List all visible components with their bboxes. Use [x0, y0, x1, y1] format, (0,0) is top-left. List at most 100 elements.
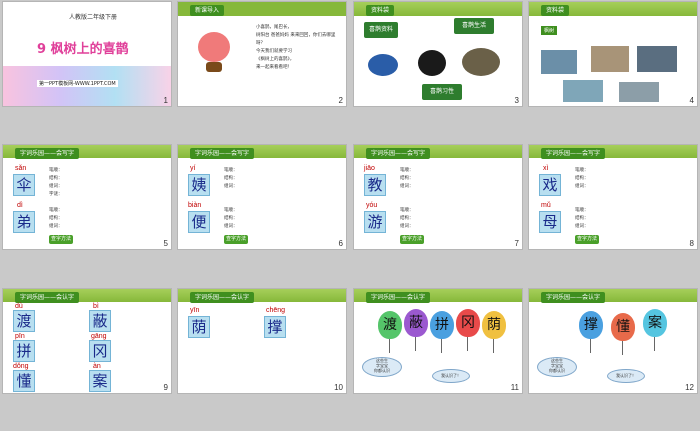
character-notes: 笔顺： 结构： 组词：: [575, 208, 589, 229]
balloon-character[interactable]: 蔽: [404, 309, 428, 351]
section-tag: 字词乐园——会写字: [15, 148, 80, 159]
slide-number: 4: [689, 96, 694, 105]
slide-thumbnail-6[interactable]: 字词乐园——会写字 yí 姨 biàn 便 笔顺： 结构： 组词： 笔顺： 结构： 组词…: [177, 144, 347, 250]
reply-bubble: 我认识了！: [607, 369, 645, 383]
pinyin-label: chēng: [266, 307, 286, 314]
pinyin-label: biàn: [188, 202, 202, 209]
slide-number: 5: [163, 239, 168, 248]
pinyin-label: jiāo: [364, 165, 375, 172]
slide-thumbnail-8[interactable]: 字词乐园——会写字 xì 戏 mǔ 母 笔顺： 结构： 组词： 笔顺： 结构： 组词： …: [528, 144, 698, 250]
slide-thumbnail-1[interactable]: 人教版二年级下册 9 枫树上的喜鹊 第一PPT模板网-WWW.1PPT.COM …: [2, 1, 172, 107]
character-notes: 笔顺： 结构： 组词：: [49, 208, 63, 229]
slide-number: 12: [685, 383, 694, 392]
label-box: 喜鹊资料: [364, 22, 398, 38]
balloon-character[interactable]: 渡: [378, 311, 402, 353]
slide-number: 11: [510, 383, 519, 392]
landscape-photo: [591, 46, 629, 72]
lookup-method-button[interactable]: 查字方法: [224, 235, 248, 244]
reply-bubble: 我认识了！: [432, 369, 470, 383]
pinyin-label: mǔ: [541, 202, 551, 209]
slide-number: 8: [689, 239, 694, 248]
pinyin-label: dǒng: [13, 363, 29, 370]
character-card: 伞: [13, 174, 35, 196]
pinyin-label: yóu: [366, 202, 378, 209]
character-card: 案: [89, 370, 111, 392]
balloon-character[interactable]: 荫: [482, 311, 506, 353]
footer-text: 第一PPT模板网-WWW.1PPT.COM: [37, 80, 118, 87]
bird-photo: [418, 50, 446, 76]
character-notes: 笔顺： 结构： 组词：: [224, 168, 238, 189]
section-tag: 字词乐园——会写字: [541, 148, 606, 159]
lookup-method-button[interactable]: 查字方法: [49, 235, 73, 244]
section-tag: 字词乐园——会认字: [366, 292, 431, 303]
section-tag: 新课导入: [190, 5, 225, 16]
character-card: 冈: [89, 340, 111, 362]
character-card: 戏: [539, 174, 561, 196]
cartoon-apple-icon: [198, 32, 230, 62]
character-card: 拼: [13, 340, 35, 362]
pinyin-label: yīn: [190, 307, 200, 314]
pinyin-label: àn: [93, 363, 101, 370]
character-card: 游: [364, 211, 386, 233]
section-tag: 字词乐园——会写字: [366, 148, 431, 159]
pinyin-label: yí: [190, 165, 196, 172]
character-card: 姨: [188, 174, 210, 196]
slide-thumbnail-9[interactable]: 字词乐园——会认字 dù 渡 bì 蔽 pīn 拼 gāng 冈 dǒng 懂 …: [2, 288, 172, 394]
slide-thumbnail-3[interactable]: 资料袋 喜鹊资料 喜鹊生活 喜鹊习性 3: [353, 1, 523, 107]
pinyin-label: bì: [93, 303, 99, 310]
character-card: 撑: [264, 316, 286, 338]
label-box: 喜鹊生活: [454, 18, 494, 34]
character-card: 蔽: [89, 310, 111, 332]
slide-number: 2: [338, 96, 343, 105]
section-tag: 字词乐园——会写字: [190, 148, 255, 159]
balloon-character[interactable]: 冈: [456, 309, 480, 351]
label-box: 枫树: [541, 26, 558, 35]
label-box: 喜鹊习性: [422, 84, 462, 100]
guitar-icon: [206, 62, 222, 72]
slide-number: 9: [163, 383, 168, 392]
character-card: 弟: [13, 211, 35, 233]
balloon-character[interactable]: 拼: [430, 311, 454, 353]
course-subtitle: 人教版二年级下册: [69, 14, 118, 21]
pinyin-label: dù: [15, 303, 23, 310]
character-card: 荫: [188, 316, 210, 338]
character-notes: 笔顺： 结构： 组词：: [400, 168, 414, 189]
lookup-method-button[interactable]: 查字方法: [575, 235, 599, 244]
pinyin-label: pīn: [15, 333, 25, 340]
slide-thumbnail-7[interactable]: 字词乐园——会写字 jiāo 教 yóu 游 笔顺： 结构： 组词： 笔顺： 结构：组…: [353, 144, 523, 250]
balloon-character[interactable]: 撑: [579, 311, 603, 353]
section-tag: 资料袋: [541, 5, 570, 16]
slide-thumbnail-4[interactable]: 资料袋 枫树 4: [528, 1, 698, 107]
speech-bubble: 这些生 字宝宝 你都认识: [362, 357, 402, 377]
character-notes: 笔顺： 结构： 组词：: [575, 168, 589, 189]
slide-number: 10: [334, 383, 343, 392]
slide-thumbnail-5[interactable]: 字词乐园——会写字 sǎn 伞 dì 弟 笔顺： 结构： 组词： 字谜： 笔顺： 结构：…: [2, 144, 172, 250]
landscape-photo: [541, 50, 577, 74]
slide-title: 9 枫树上的喜鹊: [37, 42, 129, 57]
section-tag: 字词乐园——会认字: [190, 292, 255, 303]
landscape-photo: [619, 82, 659, 102]
slide-number: 6: [338, 239, 343, 248]
section-tag: 字词乐园——会认字: [541, 292, 606, 303]
slide-thumbnail-2[interactable]: 新课导入 小喜鹊，尾巴长， 树阳台 爸爸妈妈 来来回回，你们去哪里呀？ 今天我们就要…: [177, 1, 347, 107]
slide-thumbnail-11[interactable]: 字词乐园——会认字 渡 蔽 拼 冈 荫 这些生 字宝宝 你都认识 我认识了！ 11: [353, 288, 523, 394]
character-card: 便: [188, 211, 210, 233]
lookup-method-button[interactable]: 查字方法: [400, 235, 424, 244]
slide-thumbnail-12[interactable]: 字词乐园——会认字 撑 懂 案 这些生 字宝宝 你都认识 我认识了！ 12: [528, 288, 698, 394]
landscape-photo: [637, 46, 677, 72]
pinyin-label: dì: [17, 202, 23, 209]
balloon-character[interactable]: 案: [643, 309, 667, 351]
character-card: 懂: [13, 370, 35, 392]
slide-number: 1: [163, 96, 168, 105]
character-card: 教: [364, 174, 386, 196]
section-tag: 资料袋: [366, 5, 395, 16]
slide-number: 7: [514, 239, 519, 248]
bird-photo: [368, 54, 398, 76]
balloon-character[interactable]: 懂: [611, 313, 635, 355]
speech-bubble: 这些生 字宝宝 你都认识: [537, 357, 577, 377]
slide-number: 3: [514, 96, 519, 105]
slide-thumbnail-10[interactable]: 字词乐园——会认字 yīn 荫 chēng 撑 10: [177, 288, 347, 394]
section-tag: 字词乐园——会认字: [15, 292, 80, 303]
character-card: 渡: [13, 310, 35, 332]
character-card: 母: [539, 211, 561, 233]
